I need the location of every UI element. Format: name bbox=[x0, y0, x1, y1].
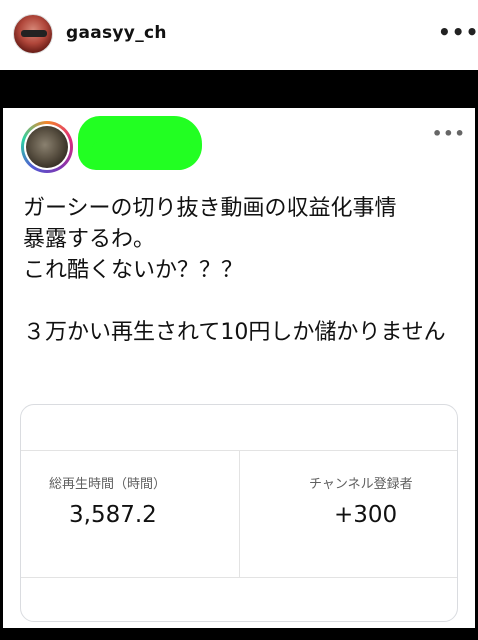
watch-time-label: 総再生時間（時間） bbox=[49, 477, 167, 492]
post-body-text: ガーシーの切り抜き動画の収益化事情 暴露するわ。 これ酷くないか？？？ ３万かい… bbox=[23, 196, 446, 345]
cat-photo bbox=[26, 126, 68, 168]
post-header: gaasyy_ch ••• bbox=[0, 0, 478, 70]
post-more-options-icon[interactable]: ••• bbox=[432, 124, 466, 143]
avatar-ring-inner bbox=[24, 124, 70, 170]
subscribers-label: チャンネル登録者 bbox=[309, 477, 413, 492]
card-divider-bottom bbox=[21, 577, 457, 578]
avatar-glasses bbox=[21, 30, 47, 37]
card-divider-vertical bbox=[239, 451, 240, 577]
analytics-card: 総再生時間（時間） 3,587.2 チャンネル登録者 +300 bbox=[20, 404, 458, 622]
subscribers-value: +300 bbox=[334, 502, 398, 528]
watch-time-value: 3,587.2 bbox=[69, 502, 157, 528]
avatar[interactable] bbox=[13, 14, 53, 54]
screenshot-border-left bbox=[0, 108, 3, 628]
screenshot-border-top bbox=[0, 70, 478, 108]
username[interactable]: gaasyy_ch bbox=[66, 23, 167, 43]
more-options-icon[interactable]: ••• bbox=[438, 20, 478, 44]
story-avatar[interactable] bbox=[21, 121, 73, 173]
screenshot-border-bottom bbox=[0, 628, 478, 640]
redacted-username-tail bbox=[90, 140, 194, 170]
